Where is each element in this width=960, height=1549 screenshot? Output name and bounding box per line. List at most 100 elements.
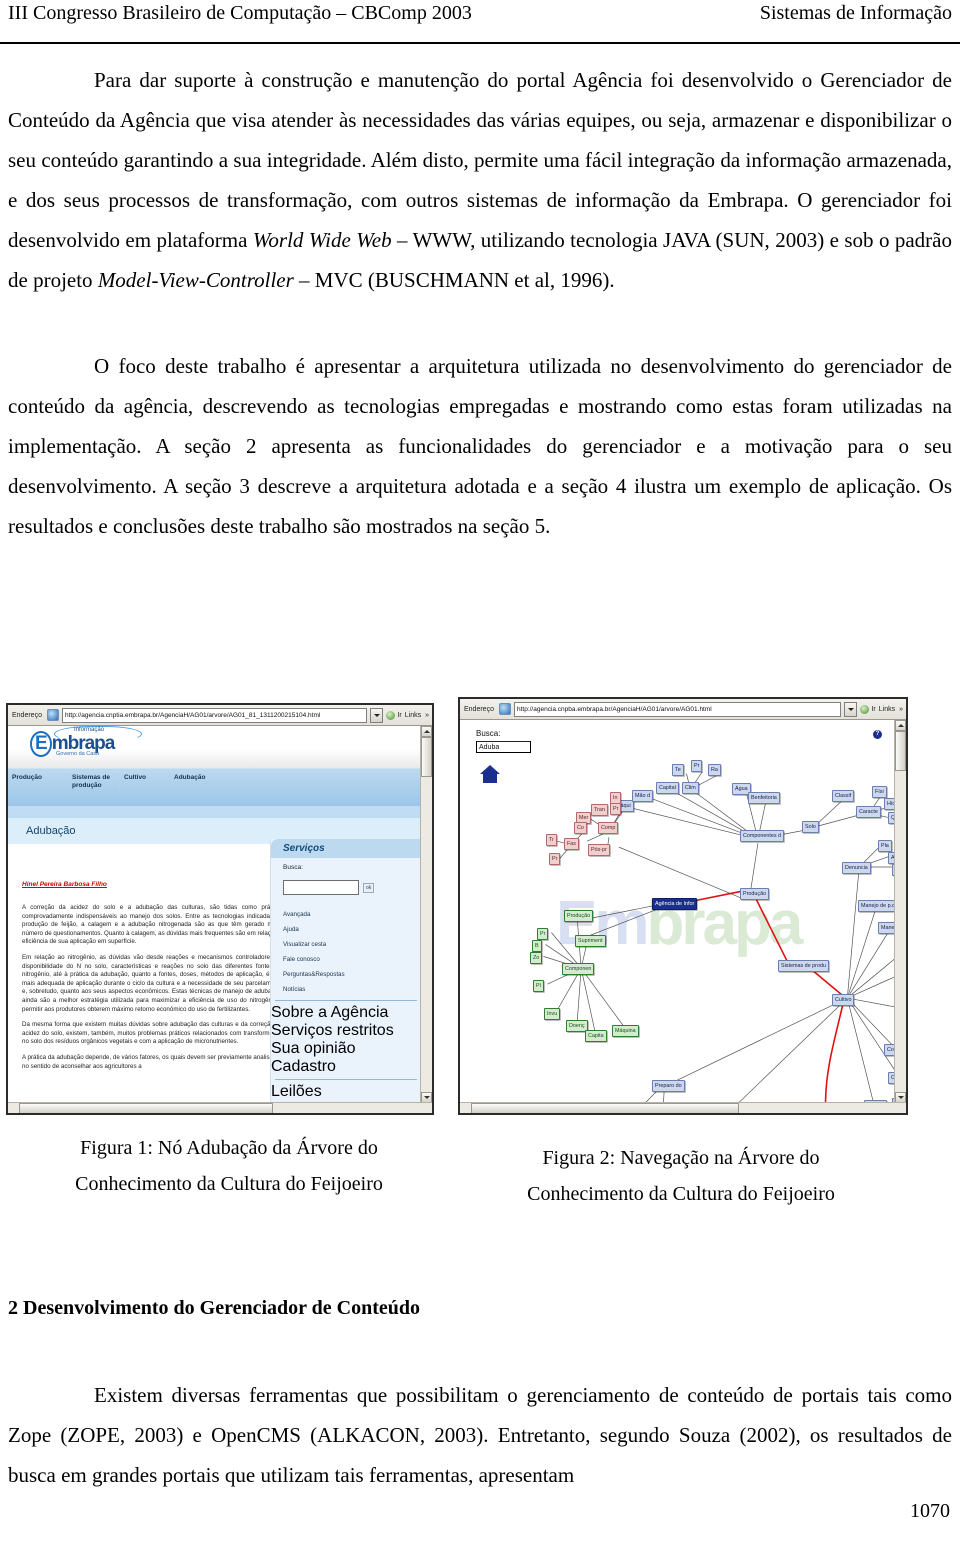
page-number: 1070 [910,1500,950,1522]
fig1-browser-toolbar: Endereço http://agencia.cnptia.embrapa.b… [8,705,432,726]
tree-node[interactable]: Capita [585,1030,607,1042]
fig1-primary-nav: Produção Sistemas de produção Cultivo Ad… [8,768,421,806]
fig1-services-panel: Serviços Busca: ok Avançada Ajuda Visual… [270,839,421,1103]
tree-node[interactable]: Pr [691,760,703,772]
services-link-noticias[interactable]: Notícias [271,982,421,997]
services-search-input[interactable] [283,880,359,895]
tree-node[interactable]: Classif [832,790,855,802]
tree-node[interactable]: Mão d [632,790,653,802]
services-link-fale-conosco[interactable]: Fale conosco [271,952,421,967]
tree-node[interactable]: Produção [740,888,770,900]
tree-node[interactable]: Pla [878,840,892,852]
p1-italic-mvc: Model-View-Controller [97,268,294,292]
fig1-go-label: Ir [397,711,402,719]
fig1-address-dropdown-icon[interactable] [370,707,384,723]
services-link-sua-opiniao[interactable]: Sua opinião [271,1040,421,1058]
fig1-address-input[interactable]: http://agencia.cnptia.embrapa.br/Agencia… [61,707,368,723]
tree-node[interactable]: Te [672,764,684,776]
services-link-group-2: Sobre a Agência Serviços restritos Sua o… [271,1004,421,1076]
tree-node[interactable]: Sistemas de produ [778,960,829,972]
tree-node[interactable]: Pr [549,853,561,865]
tree-node[interactable]: Ra [708,764,721,776]
tree-node[interactable]: Tr [546,834,557,846]
services-link-sobre-a-agencia[interactable]: Sobre a Agência [271,1004,421,1022]
fig2-hscroll-thumb[interactable] [471,1103,739,1113]
services-link-servicos-restritos[interactable]: Serviços restritos [271,1022,421,1040]
tree-node[interactable]: Invu [544,1008,561,1020]
fig1-vertical-scrollbar[interactable] [420,726,432,1103]
services-link-perguntas-respostas[interactable]: Perguntas&Respostas [271,967,421,982]
fig1-horizontal-scrollbar[interactable] [8,1102,432,1113]
tree-node[interactable]: Manejo de p.daninh [858,900,895,912]
tree-node[interactable]: Componentes d [740,830,785,842]
fig1-links-button[interactable]: Links [405,712,422,719]
nav-item-adubacao[interactable]: Adubação [170,773,250,783]
fig2-overflow-chevron-icon[interactable]: » [899,706,904,713]
fig1-body-paragraph: Da mesma forma que existem muitas dúvida… [22,1021,283,1046]
figure-2-caption-line-2: Conhecimento da Cultura do Feijoeiro [527,1183,835,1205]
fig2-horizontal-scrollbar[interactable] [460,1102,906,1113]
fig1-author-link[interactable]: Hinel Pereira Barbosa Filho [22,881,283,888]
nav-item-producao[interactable]: Produção [8,773,68,783]
nav-item-cultivo[interactable]: Cultivo [120,773,170,783]
tree-node[interactable]: B [532,940,542,952]
services-search-button[interactable]: ok [363,882,375,893]
fig1-vscroll-thumb[interactable] [421,737,432,777]
tree-node[interactable]: Zo [530,952,543,964]
services-search-row: ok [271,871,421,895]
paragraph-1: Para dar suporte à construção e manutenç… [8,60,952,300]
tree-node[interactable]: Benfeitoria [748,792,780,804]
figures-container: Endereço http://agencia.cnptia.embrapa.b… [0,697,960,1122]
tree-node[interactable]: Pl [533,980,544,992]
tree-node[interactable]: Comp [598,822,619,834]
tree-node[interactable]: Fas [564,838,579,850]
fig1-body-paragraph: Em relação ao nitrogênio, as dúvidas vão… [22,953,283,1013]
tree-node[interactable]: Produção [564,910,594,922]
tree-node[interactable]: Supriment [575,935,606,947]
services-link-leiloes[interactable]: Leilões [271,1083,421,1101]
tree-node[interactable]: Tran [591,804,608,816]
tree-node[interactable]: Físi [872,786,887,798]
nav-item-sistemas-de-producao[interactable]: Sistemas de produção [68,773,120,791]
section-2-heading: 2 Desenvolvimento do Gerenciador de Cont… [8,1297,421,1319]
tree-node[interactable]: Agência de Infor [652,898,698,910]
tree-node[interactable]: Pós-pr [588,844,610,856]
tree-node[interactable]: Caracte [856,806,881,818]
fig1-overflow-chevron-icon[interactable]: » [425,712,430,719]
fig2-vertical-scrollbar[interactable] [894,720,906,1103]
tree-node[interactable]: Manejo [878,922,895,934]
fig1-content-column: Hinel Pereira Barbosa Filho A correção d… [8,839,293,1103]
fig1-go-button[interactable]: Ir [386,710,402,720]
fig1-hscroll-thumb[interactable] [19,1103,274,1113]
tree-node[interactable]: Cultivo [832,994,855,1006]
services-link-avancada[interactable]: Avançada [271,907,421,922]
services-link-cadastro[interactable]: Cadastro [271,1058,421,1076]
services-divider [275,1000,417,1001]
fig2-vscroll-thumb[interactable] [895,731,906,771]
fig2-links-button[interactable]: Links [879,706,896,713]
tree-node[interactable]: Máquina [612,1025,639,1037]
p1-run-c: – MVC (BUSCHMANN et al, 1996). [293,268,615,292]
scroll-up-arrow-icon[interactable] [421,726,432,737]
tree-node[interactable]: Componen [562,963,595,975]
tree-node[interactable]: Pr [537,928,549,940]
fig1-portal-page: Informação Embrapa Governo da Casa Produ… [8,726,421,1103]
logo-tagline-bottom: Governo da Casa [56,751,100,757]
fig2-viewport: Busca: Aduba ? Embrapa Agência de Infor … [460,720,906,1113]
tree-node[interactable]: Solo [802,821,819,833]
tree-node[interactable]: Preparo do [652,1080,685,1092]
tree-node[interactable]: Pr [610,803,622,815]
scroll-up-arrow-icon[interactable] [895,720,906,731]
fig2-address-dropdown-icon[interactable] [844,701,858,717]
services-link-ajuda[interactable]: Ajuda [271,922,421,937]
tree-node[interactable]: Capital [656,782,679,794]
tree-node[interactable]: Co [574,822,587,834]
tree-node[interactable]: Clim [682,782,699,794]
figure-1-caption-line-2: Conhecimento da Cultura do Feijoeiro [75,1173,383,1195]
fig2-address-input[interactable]: http://agencia.cnpba.embrapa.br/AgenciaH… [513,701,842,717]
services-link-visualizar-cesta[interactable]: Visualizar cesta [271,937,421,952]
browser-page-icon [498,703,511,715]
tree-node[interactable]: Denuncia [842,862,871,874]
logo-e-letter: E [30,731,52,757]
fig2-go-button[interactable]: Ir [860,704,876,714]
